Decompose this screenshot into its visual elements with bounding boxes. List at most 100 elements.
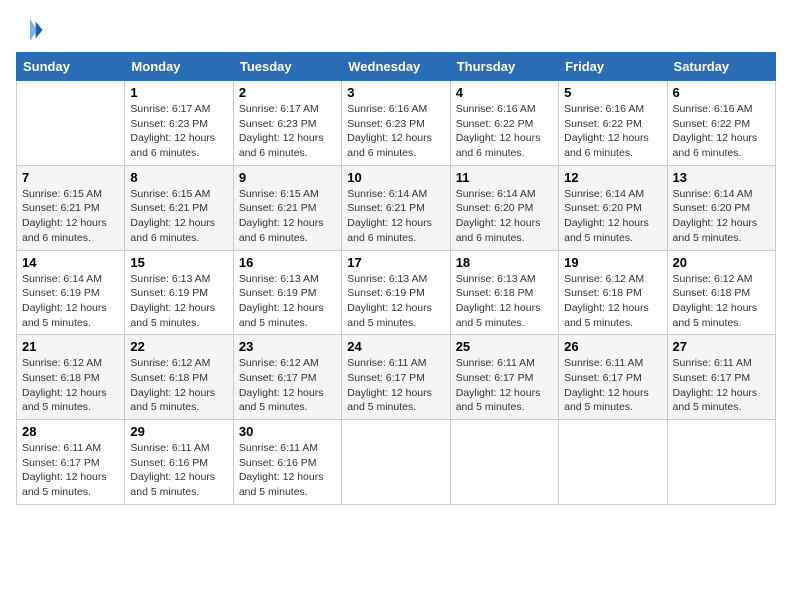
calendar-week-row: 14 Sunrise: 6:14 AMSunset: 6:19 PMDayligh… [17,250,776,335]
day-number: 12 [564,170,661,185]
day-info: Sunrise: 6:14 AMSunset: 6:20 PMDaylight:… [456,187,553,246]
day-number: 27 [673,339,770,354]
day-number: 11 [456,170,553,185]
calendar-cell: 22 Sunrise: 6:12 AMSunset: 6:18 PMDayligh… [125,335,233,420]
page-header [16,16,776,44]
day-number: 17 [347,255,444,270]
day-number: 28 [22,424,119,439]
day-info: Sunrise: 6:13 AMSunset: 6:19 PMDaylight:… [239,272,336,331]
day-number: 9 [239,170,336,185]
day-info: Sunrise: 6:12 AMSunset: 6:18 PMDaylight:… [673,272,770,331]
day-info: Sunrise: 6:12 AMSunset: 6:18 PMDaylight:… [564,272,661,331]
day-info: Sunrise: 6:16 AMSunset: 6:22 PMDaylight:… [564,102,661,161]
day-number: 1 [130,85,227,100]
logo [16,16,48,44]
day-info: Sunrise: 6:13 AMSunset: 6:19 PMDaylight:… [347,272,444,331]
day-info: Sunrise: 6:11 AMSunset: 6:17 PMDaylight:… [673,356,770,415]
day-info: Sunrise: 6:11 AMSunset: 6:17 PMDaylight:… [347,356,444,415]
calendar-cell: 6 Sunrise: 6:16 AMSunset: 6:22 PMDaylight… [667,81,775,166]
column-header-monday: Monday [125,53,233,81]
column-header-thursday: Thursday [450,53,558,81]
calendar-cell: 3 Sunrise: 6:16 AMSunset: 6:23 PMDaylight… [342,81,450,166]
calendar-cell: 28 Sunrise: 6:11 AMSunset: 6:17 PMDayligh… [17,420,125,505]
calendar-cell [450,420,558,505]
column-header-saturday: Saturday [667,53,775,81]
day-info: Sunrise: 6:11 AMSunset: 6:16 PMDaylight:… [239,441,336,500]
calendar-header-row: SundayMondayTuesdayWednesdayThursdayFrid… [17,53,776,81]
day-info: Sunrise: 6:12 AMSunset: 6:18 PMDaylight:… [22,356,119,415]
calendar-cell: 23 Sunrise: 6:12 AMSunset: 6:17 PMDayligh… [233,335,341,420]
calendar-table: SundayMondayTuesdayWednesdayThursdayFrid… [16,52,776,505]
calendar-cell: 19 Sunrise: 6:12 AMSunset: 6:18 PMDayligh… [559,250,667,335]
day-info: Sunrise: 6:14 AMSunset: 6:20 PMDaylight:… [673,187,770,246]
day-number: 18 [456,255,553,270]
day-number: 22 [130,339,227,354]
column-header-sunday: Sunday [17,53,125,81]
calendar-cell: 7 Sunrise: 6:15 AMSunset: 6:21 PMDaylight… [17,165,125,250]
day-number: 4 [456,85,553,100]
day-number: 8 [130,170,227,185]
column-header-friday: Friday [559,53,667,81]
calendar-cell: 15 Sunrise: 6:13 AMSunset: 6:19 PMDayligh… [125,250,233,335]
calendar-cell: 13 Sunrise: 6:14 AMSunset: 6:20 PMDayligh… [667,165,775,250]
calendar-cell: 30Sunrise: 6:11 AMSunset: 6:16 PMDayligh… [233,420,341,505]
calendar-cell [559,420,667,505]
day-number: 26 [564,339,661,354]
day-number: 5 [564,85,661,100]
calendar-week-row: 21 Sunrise: 6:12 AMSunset: 6:18 PMDayligh… [17,335,776,420]
day-info: Sunrise: 6:16 AMSunset: 6:22 PMDaylight:… [673,102,770,161]
day-number: 20 [673,255,770,270]
calendar-cell: 24 Sunrise: 6:11 AMSunset: 6:17 PMDayligh… [342,335,450,420]
day-info: Sunrise: 6:12 AMSunset: 6:18 PMDaylight:… [130,356,227,415]
day-info: Sunrise: 6:12 AMSunset: 6:17 PMDaylight:… [239,356,336,415]
day-info: Sunrise: 6:11 AMSunset: 6:17 PMDaylight:… [456,356,553,415]
calendar-cell: 2Sunrise: 6:17 AMSunset: 6:23 PMDaylight… [233,81,341,166]
calendar-cell: 4 Sunrise: 6:16 AMSunset: 6:22 PMDaylight… [450,81,558,166]
calendar-cell: 16Sunrise: 6:13 AMSunset: 6:19 PMDayligh… [233,250,341,335]
logo-icon [16,16,44,44]
calendar-cell [342,420,450,505]
day-number: 6 [673,85,770,100]
day-number: 7 [22,170,119,185]
day-info: Sunrise: 6:13 AMSunset: 6:18 PMDaylight:… [456,272,553,331]
day-info: Sunrise: 6:14 AMSunset: 6:20 PMDaylight:… [564,187,661,246]
day-info: Sunrise: 6:11 AMSunset: 6:17 PMDaylight:… [22,441,119,500]
calendar-cell: 10 Sunrise: 6:14 AMSunset: 6:21 PMDayligh… [342,165,450,250]
day-info: Sunrise: 6:14 AMSunset: 6:19 PMDaylight:… [22,272,119,331]
day-info: Sunrise: 6:11 AMSunset: 6:17 PMDaylight:… [564,356,661,415]
day-info: Sunrise: 6:13 AMSunset: 6:19 PMDaylight:… [130,272,227,331]
calendar-cell: 20 Sunrise: 6:12 AMSunset: 6:18 PMDayligh… [667,250,775,335]
calendar-cell [17,81,125,166]
day-info: Sunrise: 6:11 AMSunset: 6:16 PMDaylight:… [130,441,227,500]
calendar-cell: 25Sunrise: 6:11 AMSunset: 6:17 PMDayligh… [450,335,558,420]
column-header-wednesday: Wednesday [342,53,450,81]
calendar-cell: 9 Sunrise: 6:15 AMSunset: 6:21 PMDaylight… [233,165,341,250]
day-number: 24 [347,339,444,354]
day-number: 29 [130,424,227,439]
day-info: Sunrise: 6:16 AMSunset: 6:22 PMDaylight:… [456,102,553,161]
calendar-week-row: 28 Sunrise: 6:11 AMSunset: 6:17 PMDayligh… [17,420,776,505]
day-number: 21 [22,339,119,354]
day-info: Sunrise: 6:17 AMSunset: 6:23 PMDaylight:… [239,102,336,161]
day-number: 13 [673,170,770,185]
calendar-week-row: 1 Sunrise: 6:17 AMSunset: 6:23 PMDaylight… [17,81,776,166]
day-number: 10 [347,170,444,185]
day-info: Sunrise: 6:14 AMSunset: 6:21 PMDaylight:… [347,187,444,246]
day-number: 23 [239,339,336,354]
day-info: Sunrise: 6:17 AMSunset: 6:23 PMDaylight:… [130,102,227,161]
day-number: 15 [130,255,227,270]
day-info: Sunrise: 6:15 AMSunset: 6:21 PMDaylight:… [22,187,119,246]
calendar-cell: 5 Sunrise: 6:16 AMSunset: 6:22 PMDaylight… [559,81,667,166]
day-number: 3 [347,85,444,100]
calendar-cell: 18 Sunrise: 6:13 AMSunset: 6:18 PMDayligh… [450,250,558,335]
day-number: 19 [564,255,661,270]
calendar-cell: 8 Sunrise: 6:15 AMSunset: 6:21 PMDaylight… [125,165,233,250]
day-number: 14 [22,255,119,270]
calendar-cell: 14 Sunrise: 6:14 AMSunset: 6:19 PMDayligh… [17,250,125,335]
calendar-cell: 26 Sunrise: 6:11 AMSunset: 6:17 PMDayligh… [559,335,667,420]
calendar-cell: 27 Sunrise: 6:11 AMSunset: 6:17 PMDayligh… [667,335,775,420]
day-info: Sunrise: 6:15 AMSunset: 6:21 PMDaylight:… [130,187,227,246]
day-info: Sunrise: 6:15 AMSunset: 6:21 PMDaylight:… [239,187,336,246]
day-info: Sunrise: 6:16 AMSunset: 6:23 PMDaylight:… [347,102,444,161]
column-header-tuesday: Tuesday [233,53,341,81]
